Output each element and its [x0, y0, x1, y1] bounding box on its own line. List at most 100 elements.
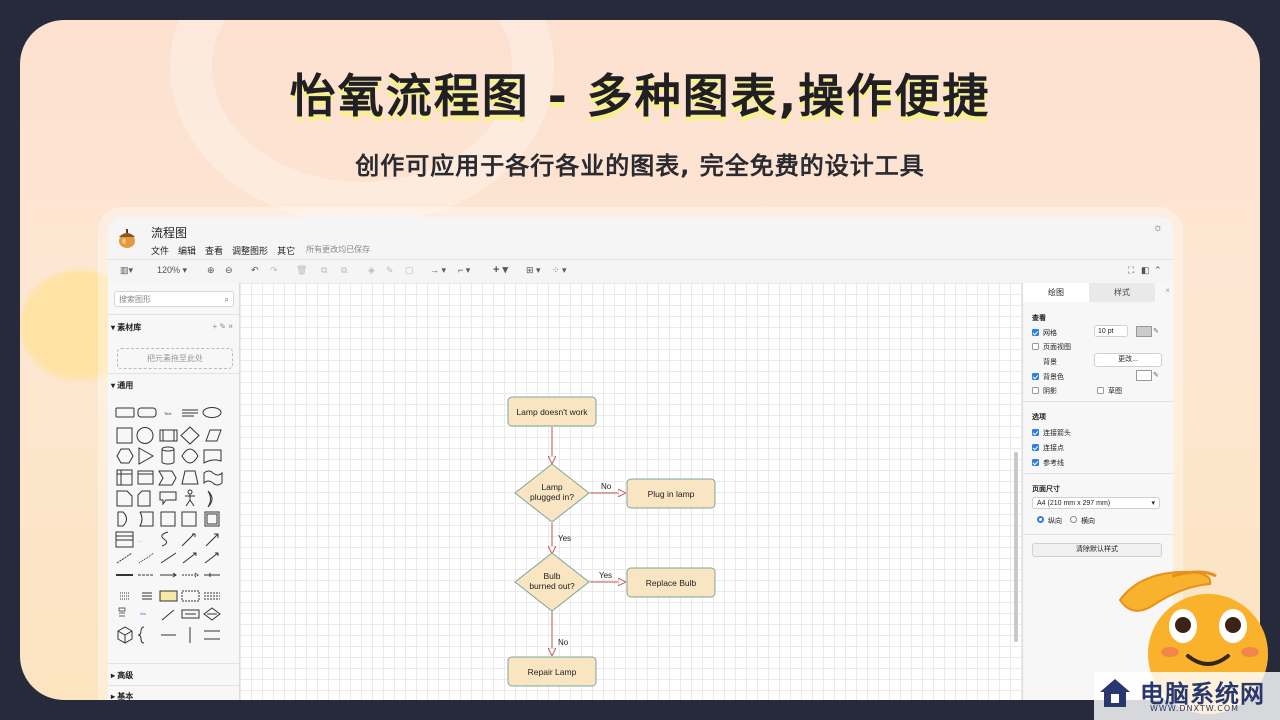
page-size-value: A4 (210 mm x 297 mm) — [1037, 500, 1111, 507]
background-label: 背景 — [1043, 359, 1057, 366]
diagram-canvas[interactable]: Lamp doesn't work Lamp plugged in? Plug … — [240, 283, 1022, 700]
app-window: 流程图 文件 编辑 查看 调整图形 其它 所有更改均已保存 ☼ ▥▾ 120% … — [108, 217, 1173, 700]
edge-label-no-2: No — [558, 638, 569, 647]
connection-style-icon[interactable]: → ▾ — [430, 265, 446, 276]
shadow-checkbox[interactable] — [1032, 387, 1039, 394]
zoom-select[interactable]: 120% ▾ — [157, 265, 187, 276]
connection-arrows-label: 连接箭头 — [1043, 430, 1071, 437]
connection-points-label: 连接点 — [1043, 445, 1064, 452]
change-background-button[interactable]: 更改... — [1094, 353, 1162, 367]
search-icon[interactable]: ⌕ — [225, 292, 229, 308]
svg-text:- - -: - - - — [138, 539, 143, 543]
library-title: 素材库 — [117, 323, 142, 332]
more-shapes-icon[interactable]: ⁘ ▾ — [552, 265, 567, 276]
tab-style[interactable]: 样式 — [1089, 283, 1155, 302]
menu-arrange[interactable]: 调整图形 — [232, 244, 268, 257]
node-q1-label-2: plugged in? — [530, 492, 574, 502]
guides-checkbox[interactable] — [1032, 459, 1039, 466]
shadow-icon[interactable]: ▢ — [405, 265, 414, 276]
edge-label-yes-1: Yes — [558, 534, 571, 543]
to-front-icon[interactable]: ⧉ — [321, 265, 327, 276]
portrait-radio[interactable] — [1037, 516, 1044, 523]
redo-icon[interactable]: ↷ — [270, 265, 278, 276]
grid-size-input[interactable]: 10 pt — [1094, 325, 1128, 337]
shape-search-input[interactable]: 搜索图形 ⌕ — [114, 291, 234, 307]
node-plug-label: Plug in lamp — [648, 489, 695, 499]
line-color-icon[interactable]: ✎ — [386, 265, 394, 276]
library-dropzone[interactable]: 把元素拖至此处 — [117, 348, 233, 369]
node-replace-label: Replace Bulb — [646, 578, 697, 588]
view-toggle-icon[interactable]: ▥▾ — [120, 265, 133, 276]
node-repair-label: Repair Lamp — [528, 667, 577, 677]
node-q1-label-1: Lamp — [541, 482, 563, 492]
watermark-url: WWW.DNXTW.COM — [1150, 704, 1240, 713]
flowchart: Lamp doesn't work Lamp plugged in? Plug … — [507, 396, 716, 687]
search-placeholder: 搜索图形 — [119, 295, 151, 304]
connection-points-checkbox[interactable] — [1032, 444, 1039, 451]
format-panel-icon[interactable]: ◧ — [1141, 265, 1150, 276]
grid-color-swatch[interactable] — [1136, 326, 1152, 337]
shapes-sidebar: 搜索图形 ⌕ ▾ 素材库 + ✎ × 把元素拖至此处 ▾ 通用 Text - -… — [108, 283, 240, 700]
page-view-checkbox[interactable] — [1032, 343, 1039, 350]
node-q2-label-1: Bulb — [543, 571, 560, 581]
menu-view[interactable]: 查看 — [205, 244, 223, 257]
guides-label: 参考线 — [1043, 460, 1064, 467]
to-back-icon[interactable]: ⧉ — [341, 265, 347, 276]
close-panel-icon[interactable]: × — [1165, 286, 1170, 295]
grid-color-edit-icon[interactable]: ✎ — [1153, 327, 1159, 335]
tab-diagram[interactable]: 绘图 — [1023, 283, 1089, 302]
shape-palette[interactable]: Text - - - link — [114, 405, 234, 655]
zoom-in-icon[interactable]: ⊕ — [207, 265, 215, 276]
menu-bar: 文件 编辑 查看 调整图形 其它 所有更改均已保存 — [151, 244, 370, 257]
section-basic[interactable]: ▸ 基本 — [111, 691, 133, 700]
chevron-down-icon: ▾ — [1151, 500, 1155, 507]
options-section-title: 选项 — [1032, 414, 1046, 421]
vertical-scrollbar[interactable] — [1014, 452, 1018, 642]
landscape-radio[interactable] — [1070, 516, 1077, 523]
bg-color-checkbox[interactable] — [1032, 373, 1039, 380]
page-view-label: 页面视图 — [1043, 344, 1071, 351]
shadow-label: 阴影 — [1043, 388, 1057, 395]
save-status: 所有更改均已保存 — [306, 245, 371, 254]
section-general-label: 通用 — [117, 381, 134, 390]
toolbar: ▥▾ 120% ▾ ⊕ ⊖ ↶ ↷ 🗑 ⧉ ⧉ ◈ ✎ ▢ → ▾ ⌐ ▾ + … — [108, 259, 1173, 284]
waypoints-icon[interactable]: ⌐ ▾ — [458, 265, 470, 276]
acorn-logo-icon — [119, 229, 135, 248]
menu-edit[interactable]: 编辑 — [178, 244, 196, 257]
zoom-value: 120% — [157, 265, 181, 275]
undo-icon[interactable]: ↶ — [251, 265, 259, 276]
theme-sun-icon[interactable]: ☼ — [1153, 222, 1163, 234]
page-size-select[interactable]: A4 (210 mm x 297 mm) ▾ — [1032, 497, 1160, 509]
title-bar: 流程图 文件 编辑 查看 调整图形 其它 所有更改均已保存 ☼ — [108, 217, 1173, 259]
connection-arrows-checkbox[interactable] — [1032, 429, 1039, 436]
view-section-title: 查看 — [1032, 315, 1046, 322]
fill-color-icon[interactable]: ◈ — [368, 265, 375, 276]
grid-checkbox[interactable] — [1032, 329, 1039, 336]
bg-color-edit-icon[interactable]: ✎ — [1153, 371, 1159, 379]
section-advanced[interactable]: ▸ 高级 — [111, 670, 133, 681]
delete-icon[interactable]: 🗑 — [296, 265, 307, 276]
table-icon[interactable]: ⊞ ▾ — [526, 265, 541, 276]
section-basic-label: 基本 — [117, 692, 134, 700]
bg-color-swatch[interactable] — [1136, 370, 1152, 381]
fullscreen-icon[interactable]: ⛶ — [1128, 265, 1134, 276]
edge-label-no-1: No — [601, 482, 612, 491]
edge-label-yes-2: Yes — [599, 571, 612, 580]
format-tabs: 绘图 样式 × — [1023, 283, 1173, 302]
grid-label: 网格 — [1043, 330, 1057, 337]
promo-card: 怡氧流程图 - 多种图表,操作便捷 创作可应用于各行各业的图表, 完全免费的设计… — [20, 20, 1260, 700]
zoom-out-icon[interactable]: ⊖ — [225, 265, 233, 276]
headline: 怡氧流程图 - 多种图表,操作便捷 — [289, 69, 991, 123]
menu-extras[interactable]: 其它 — [277, 244, 295, 257]
clear-default-style-button[interactable]: 清除默认样式 — [1032, 543, 1162, 557]
sketch-checkbox[interactable] — [1097, 387, 1104, 394]
insert-icon[interactable]: + ▾ — [493, 263, 508, 276]
library-tools[interactable]: + ✎ × — [213, 322, 234, 331]
node-q2-label-2: burned out? — [529, 581, 575, 591]
menu-file[interactable]: 文件 — [151, 244, 169, 257]
document-title[interactable]: 流程图 — [151, 224, 187, 241]
sketch-label: 草图 — [1108, 388, 1122, 395]
collapse-icon[interactable]: ⌃ — [1154, 265, 1162, 276]
library-header[interactable]: ▾ 素材库 — [111, 322, 141, 333]
section-general[interactable]: ▾ 通用 — [111, 380, 133, 391]
